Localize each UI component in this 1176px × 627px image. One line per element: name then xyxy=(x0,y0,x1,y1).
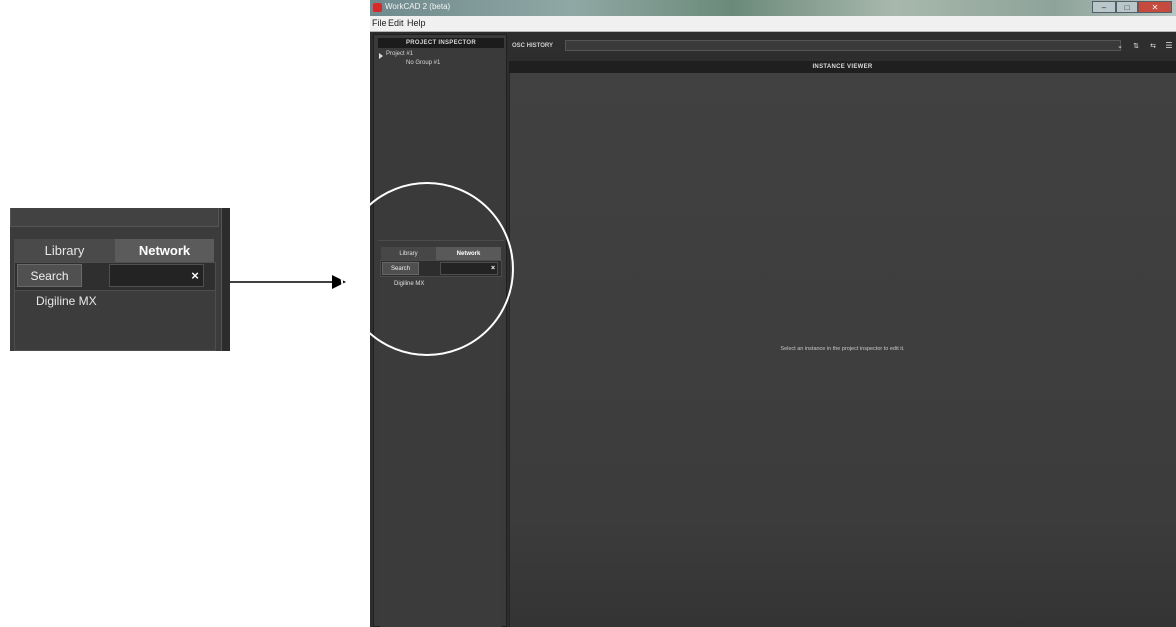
window-controls: – □ ✕ xyxy=(1092,1,1174,14)
window-title: WorkCAD 2 (beta) xyxy=(385,2,451,11)
zoom-tab-network[interactable]: Network xyxy=(115,239,214,262)
zoom-network-item[interactable]: Digiline MX xyxy=(36,294,97,308)
callout-arrow xyxy=(230,275,346,289)
zoom-search-button[interactable]: Search xyxy=(17,264,82,287)
instance-viewer-header: INSTANCE VIEWER xyxy=(509,61,1176,73)
swap-icon[interactable]: ⇆ xyxy=(1147,40,1159,51)
menu-help[interactable]: Help xyxy=(407,18,426,28)
zoom-tab-library[interactable]: Library xyxy=(14,239,115,262)
menu-file[interactable]: File xyxy=(372,18,387,28)
maximize-button[interactable]: □ xyxy=(1116,1,1138,13)
app-icon xyxy=(373,3,382,12)
zoom-clear-icon[interactable]: × xyxy=(187,265,203,285)
sort-icon[interactable]: ⇅ xyxy=(1130,40,1142,51)
project-inspector-header: PROJECT INSPECTOR xyxy=(378,38,504,48)
osc-history-label: OSC HISTORY xyxy=(512,43,554,49)
expand-triangle-icon[interactable] xyxy=(379,53,383,59)
empty-state-message: Select an instance in the project inspec… xyxy=(780,346,905,352)
chevron-down-icon[interactable]: ⌄ xyxy=(1116,40,1124,51)
title-bar[interactable]: WorkCAD 2 (beta) – □ ✕ xyxy=(370,0,1176,16)
menu-bar: File Edit Help xyxy=(370,16,1176,32)
tree-item-project[interactable]: Project #1 xyxy=(386,51,413,57)
tree-item-group[interactable]: No Group #1 xyxy=(406,60,440,66)
menu-edit[interactable]: Edit xyxy=(388,18,404,28)
close-button[interactable]: ✕ xyxy=(1138,1,1172,13)
minimize-button[interactable]: – xyxy=(1092,1,1116,13)
zoom-panel-edge xyxy=(221,208,230,351)
zoom-callout-panel: Library Network Search × Digiline MX xyxy=(10,208,230,351)
osc-history-select[interactable] xyxy=(565,40,1121,51)
highlight-circle xyxy=(340,182,514,356)
zoom-inspector-bottom xyxy=(10,208,219,227)
hamburger-menu-icon[interactable]: ☰ xyxy=(1163,40,1175,51)
